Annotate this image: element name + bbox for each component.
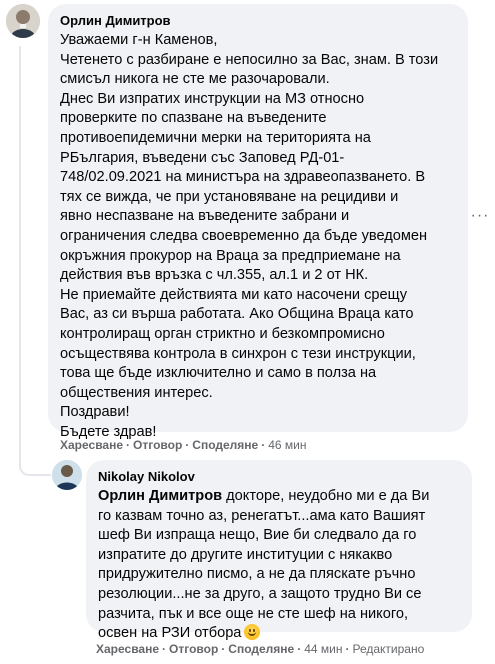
comment-line: Днес Ви изпратих инструкции на МЗ относн… — [60, 90, 365, 107]
comment-line-text: освен на РЗИ отбора — [98, 625, 242, 642]
comment-line: смисъл никога не сте ме разочаровали. — [60, 71, 330, 88]
comment-line: окръжния прокурор на Враца за предприема… — [60, 247, 401, 264]
comment-line: РБългария, въведени със Заповед РД-01- — [60, 149, 345, 166]
reply-button[interactable]: Отговор — [133, 438, 182, 452]
avatar-nikolay[interactable] — [52, 460, 82, 490]
separator-dot: · — [297, 642, 302, 656]
comment-author[interactable]: Nikolay Nikolov — [98, 468, 460, 485]
comment-bubble-nikolay: Nikolay Nikolov Орлин Димитров докторе, … — [86, 460, 472, 641]
separator-dot: · — [261, 438, 266, 452]
reply-button[interactable]: Отговор — [169, 642, 218, 656]
comment-line: това ще бъде изключително и само в полза… — [60, 365, 377, 382]
comment-line: обществения интерес. — [60, 384, 213, 401]
separator-dot: · — [185, 438, 190, 452]
comment-line: шеф Ви изпраща нещо, Вие би следвало да … — [98, 527, 417, 544]
comment-line: Уважаеми г-н Каменов, — [60, 32, 218, 48]
comment-text: Уважаеми г-н Каменов, Четенето с разбира… — [60, 31, 456, 442]
comment-line: контролиращ орган стриктно и безкомпроми… — [60, 325, 385, 342]
comment-orlin: Орлин Димитров Уважаеми г-н Каменов, Чет… — [6, 4, 468, 440]
timestamp[interactable]: 46 мин — [268, 438, 306, 452]
comment-line: освен на РЗИ отбора — [98, 624, 460, 644]
separator-dot: · — [126, 438, 131, 452]
comment-bubble-orlin: Орлин Димитров Уважаеми г-н Каменов, Чет… — [48, 4, 468, 440]
comment-line-rest: докторе, неудобно ми е да Ви — [222, 488, 430, 504]
comment-line: 748/02.09.2021 на министъра на здравеопа… — [60, 169, 426, 186]
comment-line: Не приемайте действията ми като насочени… — [60, 286, 408, 303]
avatar-orlin[interactable] — [6, 4, 40, 38]
comment-line: противоепидемични мерки на територията н… — [60, 129, 371, 146]
separator-dot: · — [162, 642, 167, 656]
comment-line: го казвам точно аз, ренегатът...ама като… — [98, 507, 426, 524]
comment-line: тях се вижда, че при установяване на рец… — [60, 188, 399, 205]
avatar-orlin-image — [6, 4, 40, 38]
comment-actions-nikolay: Харесване · Отговор · Споделяне · 44 мин · Редак… — [96, 642, 424, 656]
avatar-nikolay-image — [52, 460, 82, 490]
comment-line: изпратите до другите институции с някакв… — [98, 546, 393, 563]
thread-connector — [19, 440, 51, 476]
comment-line: Поздрави! — [60, 404, 130, 421]
comment-line: Вас, аз си върша работата. Ако Община Вр… — [60, 306, 414, 323]
like-button[interactable]: Харесване — [96, 642, 159, 656]
comment-line: проверките по спазване на въведените — [60, 110, 327, 127]
comment-text: Орлин Димитров докторе, неудобно ми е да… — [98, 487, 460, 644]
more-options-icon[interactable]: ··· — [470, 206, 490, 226]
comment-line: разчита, пък и все още не сте шеф на ник… — [98, 605, 409, 622]
comment-line: придружително писмо, а не да пляскате ръ… — [98, 566, 416, 583]
comment-actions-orlin: Харесване · Отговор · Споделяне · 46 мин — [60, 438, 306, 452]
edited-label: Редактирано — [352, 642, 425, 656]
thread-line — [19, 46, 21, 446]
comment-line: ограничения следва своевременно да бъде … — [60, 227, 428, 244]
share-button[interactable]: Споделяне — [192, 438, 258, 452]
comment-author[interactable]: Орлин Димитров — [60, 12, 456, 29]
comment-line: Орлин Димитров докторе, неудобно ми е да… — [98, 487, 460, 507]
comment-line: Четенето с разбиране е непосилно за Вас,… — [60, 51, 439, 68]
comment-line: осъществява контрола в синхрон с тези ин… — [60, 345, 416, 362]
comment-line: действия във връзка с чл.355, ал.1 и 2 о… — [60, 267, 369, 284]
timestamp[interactable]: 44 мин — [304, 642, 342, 656]
like-button[interactable]: Харесване — [60, 438, 123, 452]
comment-line: явно неспазване на въведените забрани и — [60, 208, 350, 225]
mention-link[interactable]: Орлин Димитров — [98, 488, 222, 504]
comment-nikolay: Nikolay Nikolov Орлин Димитров докторе, … — [52, 460, 472, 641]
separator-dot: · — [345, 642, 350, 656]
comment-line: резолюции...не за друго, а защото трудно… — [98, 585, 422, 602]
separator-dot: · — [221, 642, 226, 656]
smile-emoji-icon — [244, 624, 261, 641]
share-button[interactable]: Споделяне — [228, 642, 294, 656]
